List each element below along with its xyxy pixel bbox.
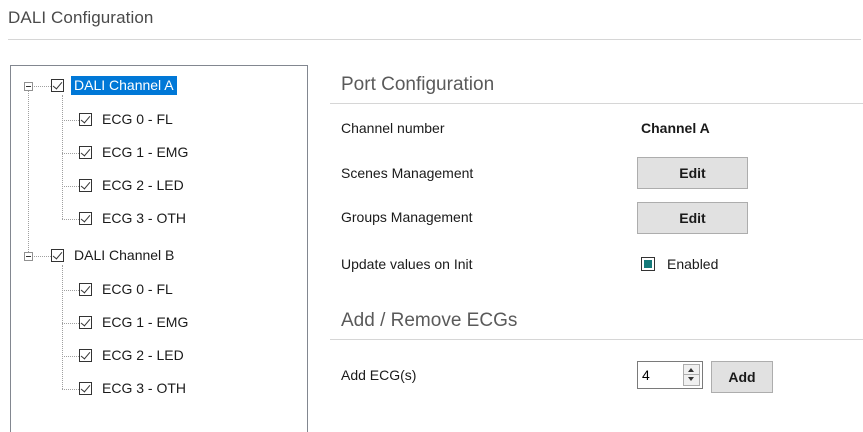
ecg-label[interactable]: ECG 3 - OTH	[99, 379, 189, 398]
channel-number-value: Channel A	[641, 120, 710, 136]
scenes-management-label: Scenes Management	[341, 165, 474, 181]
ecg-label[interactable]: ECG 1 - EMG	[99, 313, 191, 332]
ecg-label[interactable]: ECG 0 - FL	[99, 280, 176, 299]
tree-connector	[28, 91, 29, 256]
tree-connector	[62, 356, 79, 357]
tree-connector	[32, 86, 51, 87]
ecg-label[interactable]: ECG 1 - EMG	[99, 143, 191, 162]
channel-number-label: Channel number	[341, 120, 445, 136]
channel-a-label[interactable]: DALI Channel A	[71, 76, 177, 95]
ecg-checkbox[interactable]	[79, 146, 92, 159]
ecg-label[interactable]: ECG 2 - LED	[99, 346, 187, 365]
add-remove-title: Add / Remove ECGs	[341, 310, 518, 331]
ecg-label[interactable]: ECG 0 - FL	[99, 110, 176, 129]
collapse-icon[interactable]	[24, 82, 33, 91]
channel-b-label[interactable]: DALI Channel B	[71, 246, 177, 265]
ecg-checkbox[interactable]	[79, 349, 92, 362]
ecg-count-input[interactable]	[638, 362, 682, 388]
port-configuration-divider	[330, 103, 863, 104]
channel-a-checkbox[interactable]	[51, 79, 64, 92]
groups-edit-button[interactable]: Edit	[637, 202, 748, 234]
ecg-checkbox[interactable]	[79, 179, 92, 192]
add-remove-divider	[330, 339, 863, 340]
title-divider	[8, 39, 861, 40]
ecg-count-stepper[interactable]	[637, 361, 703, 389]
groups-management-label: Groups Management	[341, 209, 473, 225]
tree-connector	[62, 389, 79, 390]
enabled-label[interactable]: Enabled	[667, 256, 718, 272]
tree-connector	[62, 186, 79, 187]
ecg-checkbox[interactable]	[79, 316, 92, 329]
tree-connector	[62, 290, 79, 291]
tree-connector	[62, 323, 79, 324]
tree-connector	[32, 256, 51, 257]
ecg-label[interactable]: ECG 3 - OTH	[99, 209, 189, 228]
collapse-icon[interactable]	[24, 252, 33, 261]
scenes-edit-button[interactable]: Edit	[637, 157, 748, 189]
tree-connector	[62, 153, 79, 154]
port-configuration-title: Port Configuration	[341, 74, 495, 95]
spin-down-icon[interactable]	[684, 375, 699, 385]
ecg-checkbox[interactable]	[79, 382, 92, 395]
add-ecgs-label: Add ECG(s)	[341, 367, 417, 383]
tree-connector	[62, 265, 63, 389]
ecg-label[interactable]: ECG 2 - LED	[99, 176, 187, 195]
channel-tree[interactable]: DALI Channel A ECG 0 - FL ECG 1 - EMG EC…	[10, 65, 308, 432]
add-ecg-button[interactable]: Add	[711, 361, 773, 393]
stepper-buttons[interactable]	[683, 364, 700, 386]
ecg-checkbox[interactable]	[79, 113, 92, 126]
tree-connector	[62, 219, 79, 220]
update-values-label: Update values on Init	[341, 256, 473, 272]
spin-up-icon[interactable]	[684, 365, 699, 375]
enabled-checkbox[interactable]	[641, 257, 655, 271]
ecg-checkbox[interactable]	[79, 212, 92, 225]
ecg-checkbox[interactable]	[79, 283, 92, 296]
tree-connector	[62, 95, 63, 219]
tree-connector	[62, 120, 79, 121]
page-title: DALI Configuration	[8, 8, 154, 27]
channel-b-checkbox[interactable]	[51, 249, 64, 262]
